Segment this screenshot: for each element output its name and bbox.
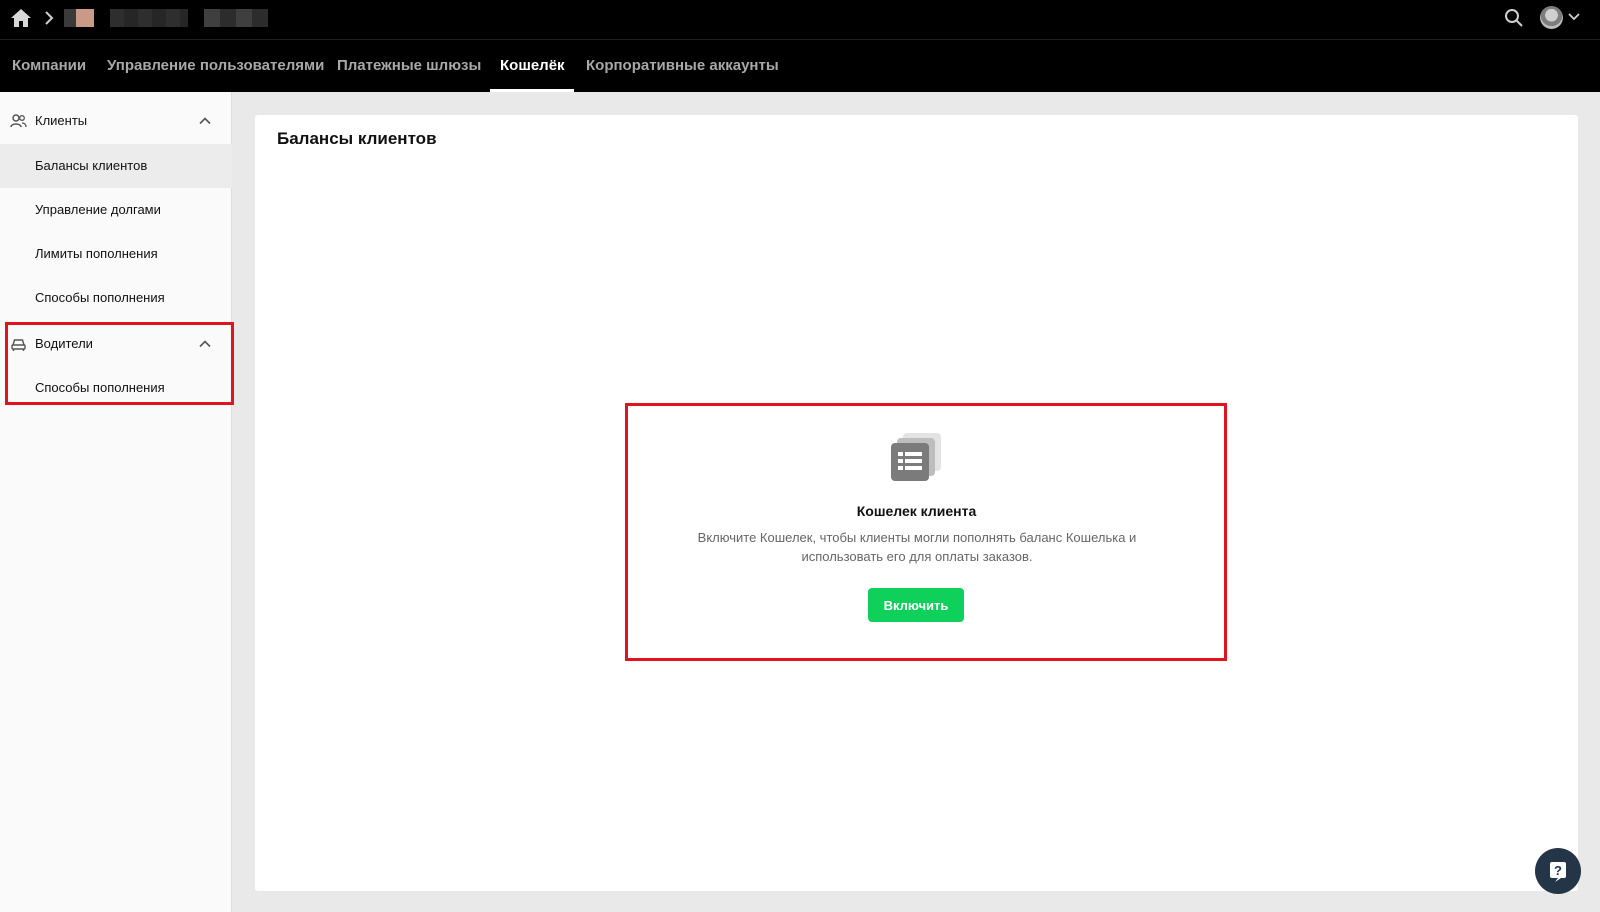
empty-state-description: Включите Кошелек, чтобы клиенты могли по… (697, 530, 1137, 564)
tab-user-management[interactable]: Управление пользователями (107, 40, 324, 92)
empty-state: Кошелек клиента Включите Кошелек, чтобы … (255, 115, 1578, 891)
sidebar-group-clients[interactable]: Клиенты (0, 99, 232, 143)
sidebar-item-debt-management[interactable]: Управление долгами (0, 188, 232, 232)
search-icon[interactable] (1504, 8, 1524, 28)
top-bar (0, 0, 1600, 40)
chevron-down-icon[interactable] (1568, 11, 1580, 23)
active-tab-indicator (490, 89, 574, 92)
sidebar-item-driver-topup-methods[interactable]: Способы пополнения (0, 366, 232, 410)
question-icon: ? (1550, 862, 1566, 882)
tab-wallet[interactable]: Кошелёк (500, 40, 565, 92)
chevron-right-icon (45, 11, 54, 25)
chevron-up-icon[interactable] (199, 338, 211, 350)
empty-state-title: Кошелек клиента (856, 503, 977, 519)
document-stack-icon (891, 433, 941, 481)
sidebar-group-label: Клиенты (35, 113, 88, 128)
breadcrumb-blurred[interactable] (110, 9, 188, 27)
content-card: Балансы клиентов Кошелек клиента Включит… (255, 115, 1578, 891)
avatar[interactable] (1540, 6, 1563, 29)
sidebar-item-topup-limits[interactable]: Лимиты пополнения (0, 232, 232, 276)
breadcrumb-blurred[interactable] (64, 9, 94, 27)
tab-payment-gateways[interactable]: Платежные шлюзы (337, 40, 481, 92)
sidebar-group-drivers[interactable]: Водители (0, 322, 232, 366)
main-nav: Компании Управление пользователями Плате… (0, 40, 1600, 92)
svg-text:?: ? (1554, 863, 1562, 878)
tab-corporate-accounts[interactable]: Корпоративные аккаунты (586, 40, 779, 92)
sidebar: Клиенты Балансы клиентов Управление долг… (0, 92, 232, 912)
sidebar-item-client-balances[interactable]: Балансы клиентов (0, 144, 232, 188)
sidebar-item-client-topup-methods[interactable]: Способы пополнения (0, 276, 232, 320)
breadcrumb-blurred[interactable] (204, 9, 268, 27)
users-icon (10, 114, 27, 128)
tab-companies[interactable]: Компании (12, 40, 86, 92)
chevron-up-icon[interactable] (199, 115, 211, 127)
car-icon (11, 339, 26, 351)
help-button[interactable]: ? (1535, 848, 1581, 894)
enable-button[interactable]: Включить (868, 588, 964, 622)
sidebar-group-label: Водители (35, 336, 93, 351)
home-icon[interactable] (10, 8, 32, 28)
